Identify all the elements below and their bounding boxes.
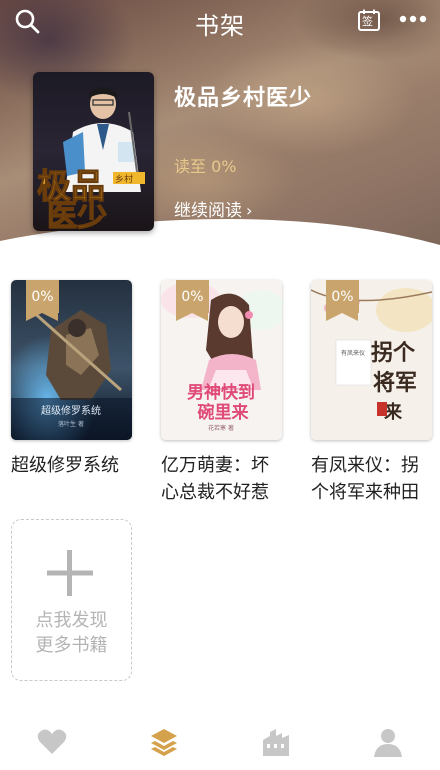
book-item[interactable]: 男神快到 碗里来 花若寒 著 0% 亿万萌妻：坏心总裁不好惹 xyxy=(161,280,282,506)
bookstore-icon[interactable] xyxy=(260,726,292,758)
bookshelf-icon[interactable] xyxy=(148,726,180,758)
current-book-cover[interactable]: 极品 医少 乡村 xyxy=(33,72,154,231)
progress-badge: 0% xyxy=(326,280,359,321)
current-book-cover-art: 极品 医少 乡村 xyxy=(33,72,154,231)
progress-badge: 0% xyxy=(26,280,59,321)
profile-icon[interactable] xyxy=(372,726,404,758)
svg-text:碗里来: 碗里来 xyxy=(198,402,250,423)
calendar-sign-glyph: 签 xyxy=(362,15,373,28)
book-cover[interactable]: 有凤来仪 拐个 将军 来 0% xyxy=(311,280,432,440)
current-reading-banner: 书架 签 极品 医少 乡村 极品乡村医少 读至 0% 继续阅读 › xyxy=(0,0,440,248)
svg-text:拐个: 拐个 xyxy=(371,340,416,366)
progress-badge: 0% xyxy=(176,280,209,321)
search-icon[interactable] xyxy=(14,8,40,34)
svg-text:将军: 将军 xyxy=(373,370,417,396)
plus-icon xyxy=(47,550,93,596)
discover-more-books-button[interactable]: 点我发现更多书籍 xyxy=(11,519,132,681)
svg-text:超级修罗系统: 超级修罗系统 xyxy=(41,404,101,417)
book-cover[interactable]: 男神快到 碗里来 花若寒 著 0% xyxy=(161,280,282,440)
book-title[interactable]: 有凤来仪：拐个将军来种田 xyxy=(311,452,432,506)
bottom-navigation xyxy=(0,710,440,770)
svg-text:乡村: 乡村 xyxy=(115,173,133,185)
current-book-title[interactable]: 极品乡村医少 xyxy=(174,80,312,112)
book-item[interactable]: 超级修罗系统 落叶生 著 0% 超级修罗系统 xyxy=(11,280,132,479)
book-title[interactable]: 亿万萌妻：坏心总裁不好惹 xyxy=(161,452,282,506)
more-icon[interactable] xyxy=(398,10,428,28)
discover-label-text: 点我发现更多书籍 xyxy=(35,610,108,656)
continue-reading-label: 继续阅读 xyxy=(174,201,242,221)
svg-text:花若寒 著: 花若寒 著 xyxy=(208,424,234,432)
chevron-right-icon: › xyxy=(246,201,253,220)
heart-icon[interactable] xyxy=(36,726,68,758)
book-item[interactable]: 有凤来仪 拐个 将军 来 0% 有凤来仪：拐个将军来种田 xyxy=(311,280,432,506)
svg-text:男神快到: 男神快到 xyxy=(187,382,255,403)
book-title[interactable]: 超级修罗系统 xyxy=(11,452,132,479)
top-bar: 书架 签 xyxy=(0,0,440,40)
discover-label: 点我发现更多书籍 xyxy=(12,608,131,658)
svg-text:医少: 医少 xyxy=(47,199,107,231)
current-book-progress: 读至 0% xyxy=(174,157,237,176)
svg-text:有凤来仪: 有凤来仪 xyxy=(341,349,365,357)
book-cover[interactable]: 超级修罗系统 落叶生 著 0% xyxy=(11,280,132,440)
svg-text:落叶生 著: 落叶生 著 xyxy=(58,420,84,428)
calendar-sign-icon[interactable]: 签 xyxy=(357,8,381,32)
continue-reading-button[interactable]: 继续阅读 › xyxy=(174,196,252,221)
